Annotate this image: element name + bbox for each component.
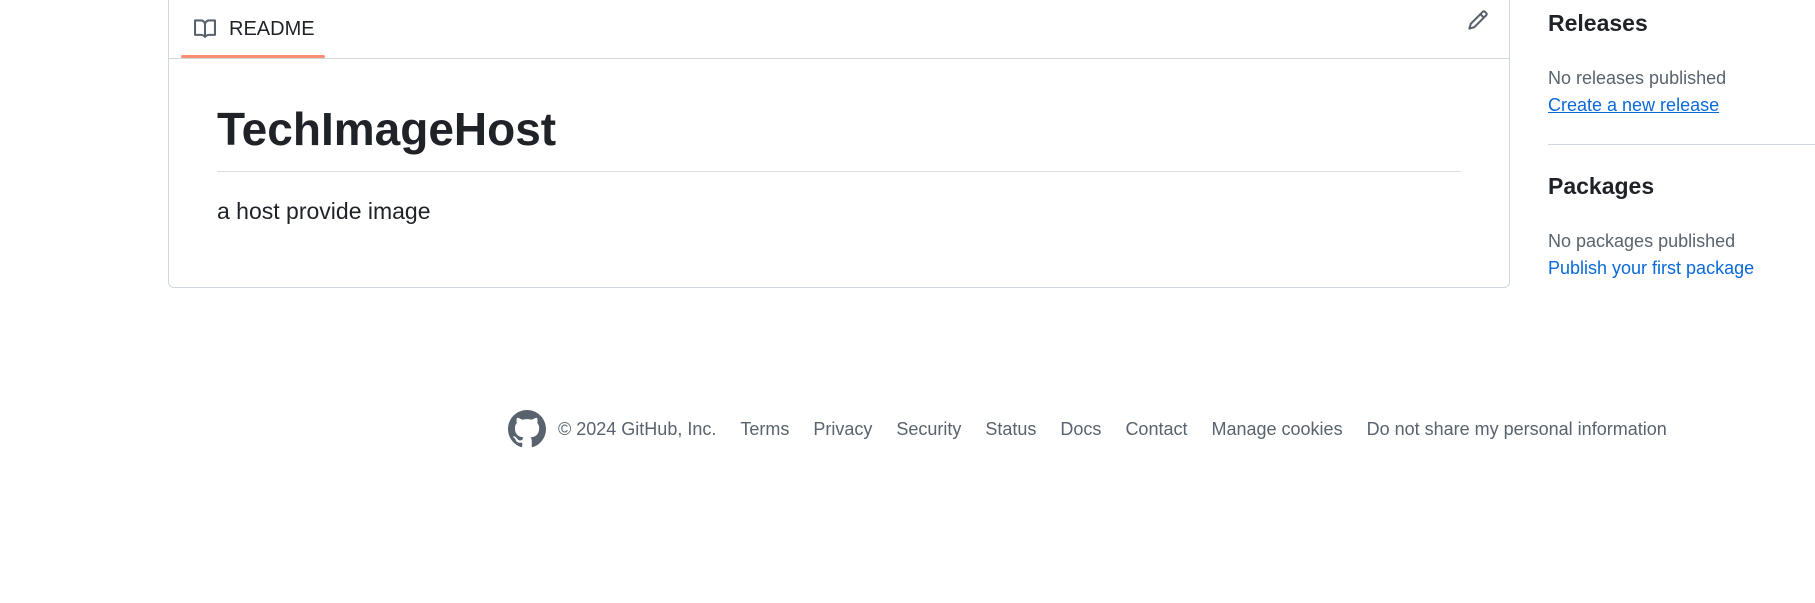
readme-content: TechImageHost a host provide image — [217, 91, 1461, 225]
pencil-icon — [1467, 9, 1489, 36]
page: README TechImageHost a host provide imag… — [0, 0, 1815, 603]
sidebar-divider — [1548, 144, 1815, 145]
releases-section: Releases No releases published Create a … — [1548, 10, 1815, 115]
readme-box: README TechImageHost a host provide imag… — [168, 0, 1510, 288]
create-release-link[interactable]: Create a new release — [1548, 95, 1719, 116]
tab-readme-label: README — [229, 17, 315, 40]
tab-active-underline — [181, 55, 325, 58]
publish-package-link[interactable]: Publish your first package — [1548, 258, 1754, 279]
footer-link-privacy[interactable]: Privacy — [813, 419, 872, 440]
footer-link-security[interactable]: Security — [896, 419, 961, 440]
footer-link-manage-cookies[interactable]: Manage cookies — [1211, 419, 1342, 440]
footer-link-contact[interactable]: Contact — [1125, 419, 1187, 440]
readme-description: a host provide image — [217, 198, 431, 224]
footer: © 2024 GitHub, Inc. Terms Privacy Securi… — [508, 409, 1667, 449]
releases-heading[interactable]: Releases — [1548, 10, 1815, 37]
packages-section: Packages No packages published Publish y… — [1548, 173, 1815, 278]
readme-header: README — [169, 0, 1509, 59]
tab-readme[interactable]: README — [181, 1, 325, 58]
github-logo-icon[interactable] — [508, 410, 558, 448]
packages-heading[interactable]: Packages — [1548, 173, 1815, 200]
book-icon — [193, 18, 217, 40]
releases-empty-text: No releases published — [1548, 68, 1727, 88]
footer-link-status[interactable]: Status — [985, 419, 1036, 440]
edit-readme-button[interactable] — [1463, 7, 1493, 37]
packages-empty-text: No packages published — [1548, 231, 1736, 251]
readme-title: TechImageHost — [217, 91, 1461, 172]
footer-link-do-not-share[interactable]: Do not share my personal information — [1367, 419, 1667, 440]
footer-copyright: © 2024 GitHub, Inc. — [558, 418, 717, 439]
footer-link-docs[interactable]: Docs — [1060, 419, 1101, 440]
footer-link-terms[interactable]: Terms — [740, 419, 789, 440]
